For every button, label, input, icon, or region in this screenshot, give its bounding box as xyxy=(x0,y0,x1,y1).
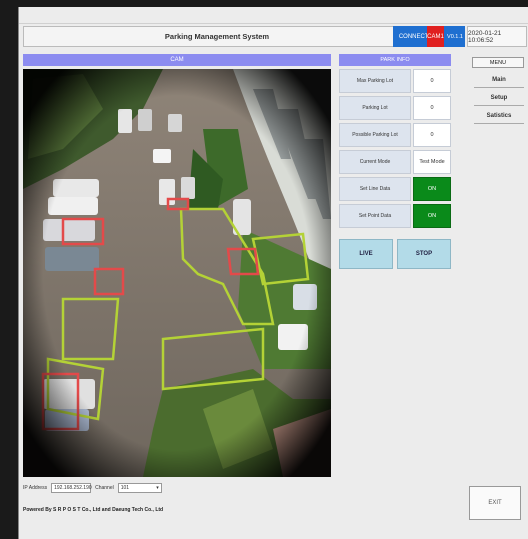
menu-item-statistics[interactable]: Satistics xyxy=(474,109,524,124)
menu-item-setup[interactable]: Setup xyxy=(474,91,524,106)
info-row-current-mode: Current Mode Test Mode xyxy=(339,150,451,174)
version-badge: V0.1.1 xyxy=(445,26,465,47)
info-label: Set Point Data xyxy=(339,204,411,228)
info-row-set-point-data: Set Point Data ON xyxy=(339,204,451,228)
info-label: Current Mode xyxy=(339,150,411,174)
info-row-max-parking-lot: Max Parking Lot 0 xyxy=(339,69,451,93)
app-window: Parking Management System CONNECTION CAM… xyxy=(18,7,528,539)
menu-header: MENU xyxy=(472,57,524,68)
set-line-data-toggle[interactable]: ON xyxy=(413,177,451,201)
camera-header: CAM xyxy=(23,54,331,66)
connection-settings-row: IP Address 192.168.252.190 Channel 101 ▾ xyxy=(23,482,162,494)
ip-address-input[interactable]: 192.168.252.190 xyxy=(51,483,92,493)
app-title: Parking Management System xyxy=(164,32,270,41)
channel-select[interactable]: 101 ▾ xyxy=(117,483,162,493)
info-value: 0 xyxy=(413,69,451,93)
info-value: 0 xyxy=(413,96,451,120)
info-row-set-line-data: Set Line Data ON xyxy=(339,177,451,201)
datetime-display: 2020-01-21 10:06:52 xyxy=(467,26,527,47)
info-label: Parking Lot xyxy=(339,96,411,120)
channel-label: Channel xyxy=(95,485,114,491)
info-value: Test Mode xyxy=(413,150,451,174)
title-strip xyxy=(19,7,528,24)
park-info-header: PARK INFO xyxy=(339,54,451,66)
live-button[interactable]: LIVE xyxy=(339,239,393,269)
cam-status-badge: CAM1 xyxy=(427,26,444,47)
ip-label: IP Address xyxy=(23,485,48,491)
camera-view xyxy=(23,69,331,477)
info-row-parking-lot: Parking Lot 0 xyxy=(339,96,451,120)
app-title-bar: Parking Management System xyxy=(23,26,411,47)
stop-button[interactable]: STOP xyxy=(397,239,451,269)
info-label: Possible Parking Lot xyxy=(339,123,411,147)
info-label: Set Line Data xyxy=(339,177,411,201)
chevron-down-icon: ▾ xyxy=(156,485,159,491)
exit-button[interactable]: EXIT xyxy=(469,486,521,520)
info-row-possible-parking-lot: Possible Parking Lot 0 xyxy=(339,123,451,147)
info-value: 0 xyxy=(413,123,451,147)
set-point-data-toggle[interactable]: ON xyxy=(413,204,451,228)
info-label: Max Parking Lot xyxy=(339,69,411,93)
camera-feed-image xyxy=(23,69,331,477)
powered-by-text: Powered By S R P O S T Co., Ltd and Daeu… xyxy=(23,507,164,513)
menu-item-main[interactable]: Main xyxy=(474,73,524,88)
